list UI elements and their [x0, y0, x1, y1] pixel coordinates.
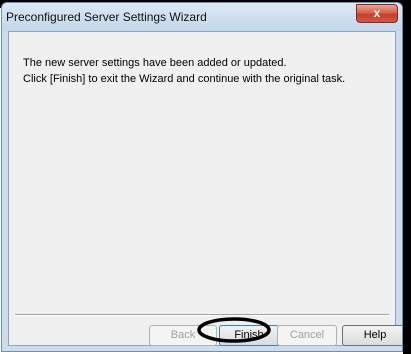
- button-separator: [15, 314, 389, 316]
- window-title: Preconfigured Server Settings Wizard: [6, 10, 207, 24]
- finish-button[interactable]: Finish: [219, 325, 279, 346]
- wizard-content: The new server settings have been added …: [8, 31, 402, 346]
- back-button[interactable]: Back: [149, 325, 217, 346]
- close-icon: x: [373, 6, 381, 20]
- close-button[interactable]: x: [356, 4, 398, 23]
- title-bar[interactable]: Preconfigured Server Settings Wizard x: [2, 3, 402, 31]
- background-right: [403, 0, 411, 354]
- help-button[interactable]: Help: [342, 325, 402, 346]
- message-line-1: The new server settings have been added …: [23, 57, 287, 69]
- wizard-window: Preconfigured Server Settings Wizard x T…: [1, 2, 403, 352]
- message-line-2: Click [Finish] to exit the Wizard and co…: [23, 73, 346, 85]
- cancel-button[interactable]: Cancel: [277, 325, 337, 346]
